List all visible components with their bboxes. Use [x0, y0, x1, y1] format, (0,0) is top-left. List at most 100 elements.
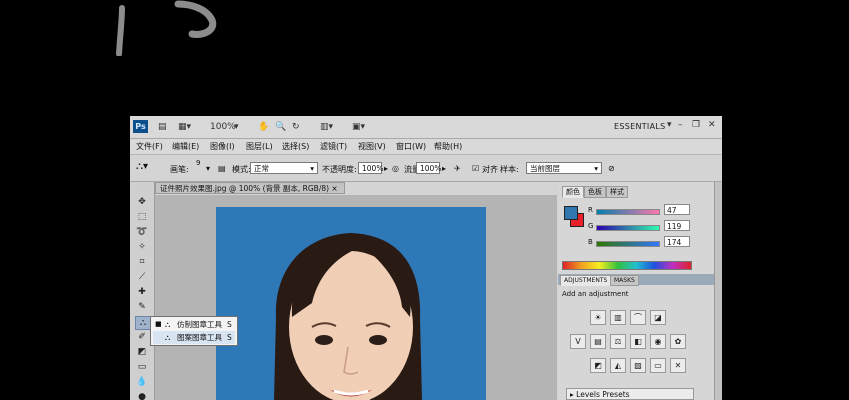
vibrance-icon[interactable]: V — [570, 334, 586, 349]
brush-dropdown-icon[interactable]: ▾ — [206, 164, 210, 173]
close-icon[interactable]: ✕ — [708, 120, 716, 130]
brush-tool-icon[interactable]: ✎ — [135, 301, 149, 313]
blur-tool-icon[interactable]: 💧 — [135, 376, 149, 388]
color-ramp[interactable] — [562, 261, 692, 270]
selective-color-icon[interactable]: ✕ — [670, 358, 686, 373]
opacity-label: 不透明度: — [322, 165, 357, 174]
menu-image[interactable]: 图像(I) — [210, 141, 235, 152]
opacity-arrow-icon[interactable]: ▸ — [384, 164, 388, 173]
menu-layer[interactable]: 图层(L) — [246, 141, 273, 152]
black-white-icon[interactable]: ◧ — [630, 334, 646, 349]
portrait-image — [216, 207, 486, 400]
airbrush-icon[interactable]: ✈ — [454, 164, 461, 173]
exposure-icon[interactable]: ◪ — [650, 310, 666, 325]
lasso-tool-icon[interactable]: ➰ — [135, 226, 149, 238]
channel-b-slider[interactable] — [596, 241, 660, 247]
clone-stamp-shortcut: S — [227, 320, 232, 329]
menu-filter[interactable]: 滤镜(T) — [320, 141, 347, 152]
flow-field[interactable]: 100% — [416, 162, 441, 174]
flow-arrow-icon[interactable]: ▸ — [442, 164, 446, 173]
tab-masks[interactable]: MASKS — [610, 275, 639, 286]
workspace-dropdown-icon[interactable]: ▾ — [667, 120, 672, 130]
crop-tool-icon[interactable]: ⌗ — [135, 256, 149, 268]
marquee-tool-icon[interactable]: ⬚ — [135, 211, 149, 223]
view-extras-icon[interactable]: ▦▾ — [178, 121, 191, 133]
pattern-stamp-icon: ⛬ — [165, 333, 171, 342]
toolbox: ✥ ⬚ ➰ ✧ ⌗ ⟋ ✚ ✎ ⛬ ✐ ◩ ▭ 💧 ● — [130, 182, 155, 400]
levels-icon[interactable]: ▥ — [610, 310, 626, 325]
clone-stamp-tool-option[interactable]: ■ ⛬ 仿制图章工具 S — [153, 318, 235, 331]
channel-b-label: B — [588, 238, 593, 246]
levels-presets-row[interactable]: ▸ Levels Presets — [566, 388, 694, 400]
move-tool-icon[interactable]: ✥ — [135, 196, 149, 208]
restore-icon[interactable]: ❐ — [692, 120, 700, 130]
clone-stamp-preset-icon[interactable]: ⛬▾ — [136, 161, 148, 172]
channel-g-value[interactable]: 119 — [664, 220, 690, 231]
tab-swatches[interactable]: 色板 — [584, 186, 606, 198]
curves-icon[interactable]: ⌒ — [630, 310, 646, 325]
brush-panel-icon[interactable]: ▤ — [218, 164, 226, 173]
application-bar: Ps ▤ ▦▾ 100% ▾ ✋ 🔍 ↻ ▥▾ ▣▾ ESSENTIALS ▾ … — [130, 116, 722, 139]
magic-wand-tool-icon[interactable]: ✧ — [135, 241, 149, 253]
channel-mixer-icon[interactable]: ✿ — [670, 334, 686, 349]
posterize-icon[interactable]: ◭ — [610, 358, 626, 373]
clone-stamp-tool-icon[interactable]: ⛬ — [135, 316, 151, 330]
photoshop-logo-icon: Ps — [133, 120, 148, 133]
screen-mode-icon[interactable]: ▣▾ — [352, 121, 365, 133]
panel-collapse-strip[interactable] — [714, 182, 722, 400]
zoom-dropdown-arrow-icon[interactable]: ▾ — [234, 121, 239, 133]
minimize-icon[interactable]: – — [678, 120, 683, 130]
history-brush-tool-icon[interactable]: ✐ — [135, 331, 149, 343]
menu-help[interactable]: 帮助(H) — [434, 141, 462, 152]
menu-window[interactable]: 窗口(W) — [396, 141, 426, 152]
zoom-tool-icon[interactable]: 🔍 — [275, 121, 286, 133]
dodge-tool-icon[interactable]: ● — [135, 391, 149, 400]
channel-r-slider[interactable] — [596, 209, 660, 215]
ignore-adjustment-layers-icon[interactable]: ⊘ — [608, 164, 615, 173]
pattern-stamp-tool-option[interactable]: ⛬ 图案图章工具 S — [153, 331, 235, 344]
foreground-color-swatch[interactable] — [564, 206, 578, 220]
stamp-tool-flyout: ■ ⛬ 仿制图章工具 S ⛬ 图案图章工具 S — [150, 316, 238, 346]
bridge-icon[interactable]: ▤ — [158, 121, 167, 133]
tab-color[interactable]: 颜色 — [562, 186, 584, 198]
healing-brush-tool-icon[interactable]: ✚ — [135, 286, 149, 298]
brush-size[interactable]: 9 — [196, 159, 200, 167]
channel-r-value[interactable]: 47 — [664, 204, 690, 215]
workspace-switcher[interactable]: ESSENTIALS — [614, 122, 666, 131]
gradient-map-icon[interactable]: ▭ — [650, 358, 666, 373]
rotate-view-icon[interactable]: ↻ — [292, 121, 300, 133]
photoshop-window: Ps ▤ ▦▾ 100% ▾ ✋ 🔍 ↻ ▥▾ ▣▾ ESSENTIALS ▾ … — [130, 116, 722, 400]
canvas-area[interactable] — [155, 195, 557, 400]
sample-dropdown[interactable]: 当前图层 ▾ — [526, 162, 602, 174]
opacity-field[interactable]: 100% — [358, 162, 383, 174]
eraser-tool-icon[interactable]: ◩ — [135, 346, 149, 358]
channel-b-value[interactable]: 174 — [664, 236, 690, 247]
zoom-level-dropdown[interactable]: 100% — [210, 121, 236, 133]
mode-dropdown[interactable]: 正常 ▾ — [250, 162, 318, 174]
eyedropper-tool-icon[interactable]: ⟋ — [135, 271, 149, 283]
tab-styles[interactable]: 样式 — [606, 186, 628, 198]
arrange-documents-icon[interactable]: ▥▾ — [320, 121, 333, 133]
gradient-tool-icon[interactable]: ▭ — [135, 361, 149, 373]
photo-filter-icon[interactable]: ◉ — [650, 334, 666, 349]
brightness-contrast-icon[interactable]: ☀ — [590, 310, 606, 325]
menu-select[interactable]: 选择(S) — [282, 141, 309, 152]
channel-g-slider[interactable] — [596, 225, 660, 231]
portrait-photo[interactable] — [216, 207, 486, 400]
color-balance-icon[interactable]: ⚖ — [610, 334, 626, 349]
adjustments-title: Add an adjustment — [562, 290, 629, 298]
menu-file[interactable]: 文件(F) — [136, 141, 163, 152]
hand-tool-icon[interactable]: ✋ — [258, 121, 269, 133]
hue-saturation-icon[interactable]: ▤ — [590, 334, 606, 349]
pattern-stamp-shortcut: S — [227, 333, 232, 342]
pattern-stamp-tool-label: 图案图章工具 — [177, 333, 222, 342]
aligned-checkbox[interactable]: ☑ — [472, 164, 479, 173]
pressure-opacity-icon[interactable]: ◎ — [392, 164, 399, 173]
tab-adjustments[interactable]: ADJUSTMENTS — [560, 275, 612, 286]
menu-view[interactable]: 视图(V) — [358, 141, 386, 152]
invert-icon[interactable]: ◩ — [590, 358, 606, 373]
document-tab[interactable]: 证件照片效果图.jpg @ 100% (背景 副本, RGB/8) × — [155, 182, 345, 194]
threshold-icon[interactable]: ▨ — [630, 358, 646, 373]
menu-edit[interactable]: 编辑(E) — [172, 141, 199, 152]
brush-label: 画笔: — [170, 165, 189, 174]
